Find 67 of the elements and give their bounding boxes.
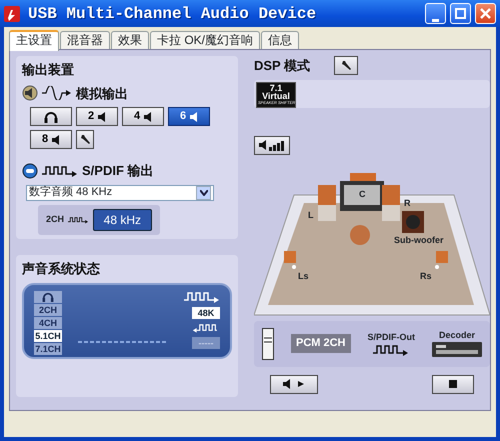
speaker-icon <box>98 112 106 122</box>
receiver-icon <box>432 342 482 358</box>
channel-indicator: 4CH <box>34 316 62 328</box>
maximize-button[interactable] <box>450 3 471 24</box>
channel-button[interactable]: 2 <box>76 107 118 126</box>
play-button[interactable] <box>270 374 318 394</box>
input-wave-icon <box>192 322 220 332</box>
headphone-button[interactable] <box>30 107 72 126</box>
wrench-icon <box>80 134 90 145</box>
speaker-icon <box>144 112 152 122</box>
square-wave-icon <box>184 290 220 302</box>
section-title: 声音系统状态 <box>22 260 101 278</box>
link-label: S/PDIF-Out <box>367 330 415 344</box>
channel-indicator: 7.1CH <box>34 342 62 354</box>
format-display: PCM 2CH <box>290 334 350 353</box>
square-wave-icon <box>373 344 410 356</box>
sample-rate-display: 48 kHz <box>92 208 152 231</box>
spdif-output-label: S/PDIF 输出 <box>82 162 154 180</box>
output-rate-display: 48K <box>192 306 220 318</box>
left-speaker-label: L <box>308 208 314 222</box>
close-button[interactable] <box>475 3 496 24</box>
wrench-icon <box>340 60 352 72</box>
analog-output-label: 模拟输出 <box>76 84 128 102</box>
app-icon <box>4 6 20 22</box>
tab[interactable]: 卡拉 OK/魔幻音响 <box>150 31 260 49</box>
minimize-icon <box>432 18 439 22</box>
tab[interactable]: 效果 <box>111 31 149 49</box>
volume-button[interactable] <box>254 136 290 154</box>
computer-icon <box>262 328 274 360</box>
settings-button[interactable] <box>334 56 358 76</box>
stop-icon <box>449 380 457 388</box>
format-dropdown[interactable]: 数字音频 48 KHz <box>26 184 214 200</box>
stop-button[interactable] <box>432 374 474 394</box>
subwoofer-label: Sub-woofer <box>394 234 444 246</box>
channel-indicator: 2CH <box>34 304 62 316</box>
channel-button[interactable]: 4 <box>122 107 164 126</box>
tab[interactable]: 信息 <box>261 31 300 49</box>
headphone-icon <box>41 292 55 302</box>
settings-button[interactable] <box>76 130 94 149</box>
channel-indicator: 5.1CH <box>34 330 62 342</box>
input-rate-display: ----- <box>192 336 220 348</box>
surround-speaker-label: Rs <box>420 270 432 282</box>
headphone-icon <box>44 110 58 122</box>
close-icon <box>480 8 491 19</box>
tab[interactable]: 混音器 <box>60 31 110 49</box>
section-title: 输出装置 <box>22 61 75 79</box>
speaker-icon <box>190 112 198 122</box>
caret-icon <box>200 190 208 196</box>
speaker-play-icon <box>283 379 305 389</box>
channel-button[interactable]: 8 <box>30 130 72 149</box>
volume-icon <box>259 140 285 150</box>
tab[interactable]: 主设置 <box>9 30 59 51</box>
minimize-button[interactable] <box>425 3 446 24</box>
window-title: USB Multi-Channel Audio Device <box>28 4 316 24</box>
channel-button[interactable]: 6 <box>168 107 210 126</box>
decoder-label: Decoder <box>438 328 475 342</box>
maximize-icon <box>455 8 466 19</box>
section-title: DSP 模式 <box>254 57 310 75</box>
surround-speaker-label: Ls <box>298 270 309 282</box>
right-speaker-label: R <box>404 196 410 210</box>
square-wave-icon <box>42 164 78 177</box>
speaker-icon <box>22 85 38 102</box>
center-speaker-label: C <box>359 188 366 200</box>
source-label: 2CH <box>46 213 64 226</box>
digital-output-icon <box>22 162 38 179</box>
sine-wave-icon <box>42 86 72 100</box>
speaker-icon <box>52 134 60 144</box>
